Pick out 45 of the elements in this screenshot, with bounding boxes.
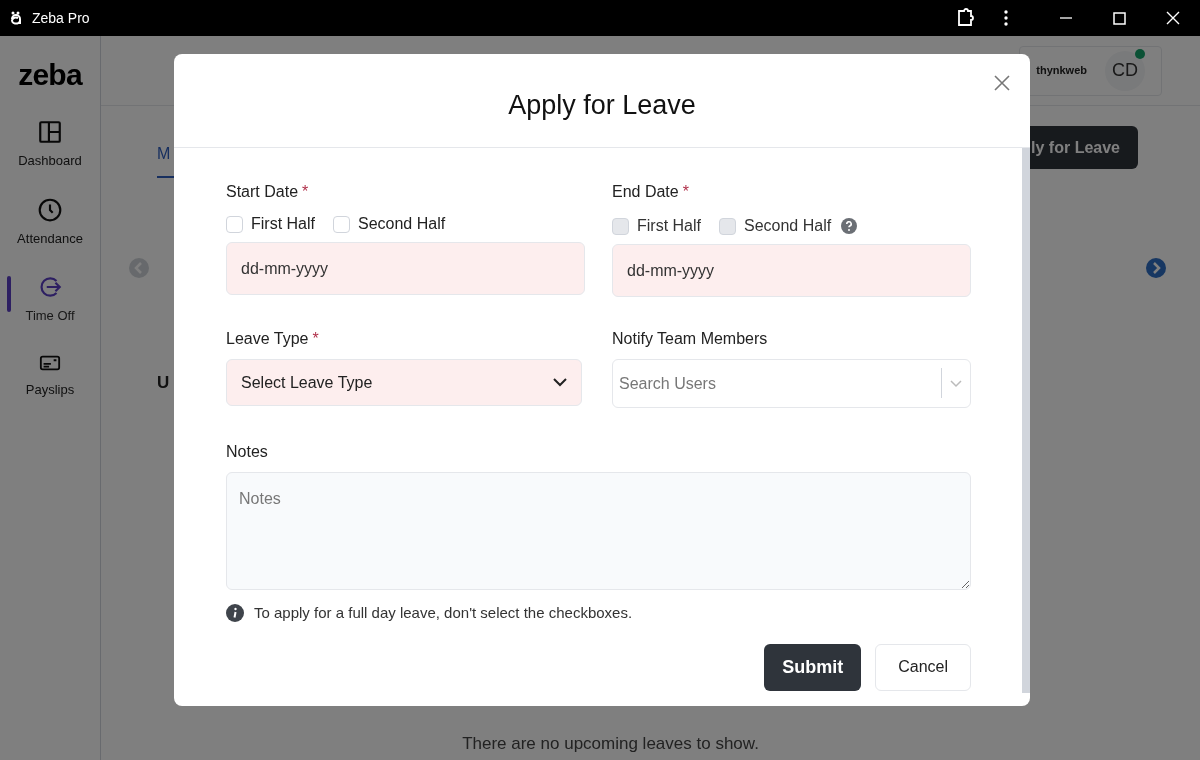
empty-state-text: There are no upcoming leaves to show. bbox=[462, 732, 759, 755]
dashboard-icon bbox=[37, 119, 63, 145]
help-icon[interactable] bbox=[841, 218, 858, 234]
clock-icon bbox=[37, 196, 63, 223]
checkbox[interactable] bbox=[333, 215, 350, 233]
extension-icon[interactable] bbox=[955, 8, 975, 28]
checkbox-label: First Half bbox=[637, 216, 701, 236]
nav-item[interactable]: Time Off bbox=[0, 274, 100, 326]
submit-button[interactable]: Submit bbox=[764, 643, 862, 691]
field-label: Notes bbox=[226, 442, 269, 462]
avatar: CD bbox=[1105, 50, 1145, 91]
field-label: Notify Team Members bbox=[612, 329, 769, 349]
required-mark: * bbox=[682, 183, 689, 200]
hint-text: To apply for a full day leave, don't select the checkboxes. bbox=[254, 603, 633, 623]
checkbox-label: Second Half bbox=[744, 216, 832, 236]
company-logo: thynkweb bbox=[1036, 63, 1087, 79]
leave-type-select[interactable]: Select Leave Type bbox=[226, 359, 582, 406]
app-icon bbox=[10, 11, 22, 25]
required-mark: * bbox=[312, 330, 319, 347]
nav-item[interactable]: Dashboard bbox=[0, 119, 100, 171]
nav-item[interactable]: Payslips bbox=[0, 351, 100, 399]
next-icon[interactable] bbox=[1146, 258, 1166, 278]
checkbox[interactable] bbox=[226, 215, 243, 233]
more-icon[interactable] bbox=[1003, 9, 1009, 27]
cancel-button[interactable]: Cancel bbox=[875, 643, 971, 691]
section-heading: U bbox=[157, 372, 170, 394]
checkbox-label: Second Half bbox=[358, 214, 446, 234]
checkbox-label: First Half bbox=[251, 214, 315, 234]
notes-field[interactable]: Notes bbox=[226, 472, 971, 590]
field-label: End Date * bbox=[612, 182, 690, 202]
required-mark: * bbox=[302, 183, 309, 200]
maximize-icon[interactable] bbox=[1113, 11, 1126, 25]
date-field[interactable]: dd-mm-yyyy bbox=[226, 242, 585, 295]
window-title: Zeba Pro bbox=[32, 8, 90, 28]
field-label: Leave Type * bbox=[226, 329, 320, 349]
chevron-down-icon bbox=[553, 378, 567, 387]
date-field[interactable]: dd-mm-yyyy bbox=[612, 244, 971, 297]
nav-item[interactable]: Attendance bbox=[0, 196, 100, 248]
dialog-title: Apply for Leave bbox=[508, 89, 696, 123]
chevron-down-icon bbox=[950, 380, 962, 388]
info-icon bbox=[226, 604, 244, 623]
logo: zeba bbox=[18, 57, 82, 93]
field-label: Start Date * bbox=[226, 182, 310, 202]
user-search-field[interactable]: Search Users bbox=[612, 359, 971, 408]
active-indicator bbox=[7, 276, 11, 312]
